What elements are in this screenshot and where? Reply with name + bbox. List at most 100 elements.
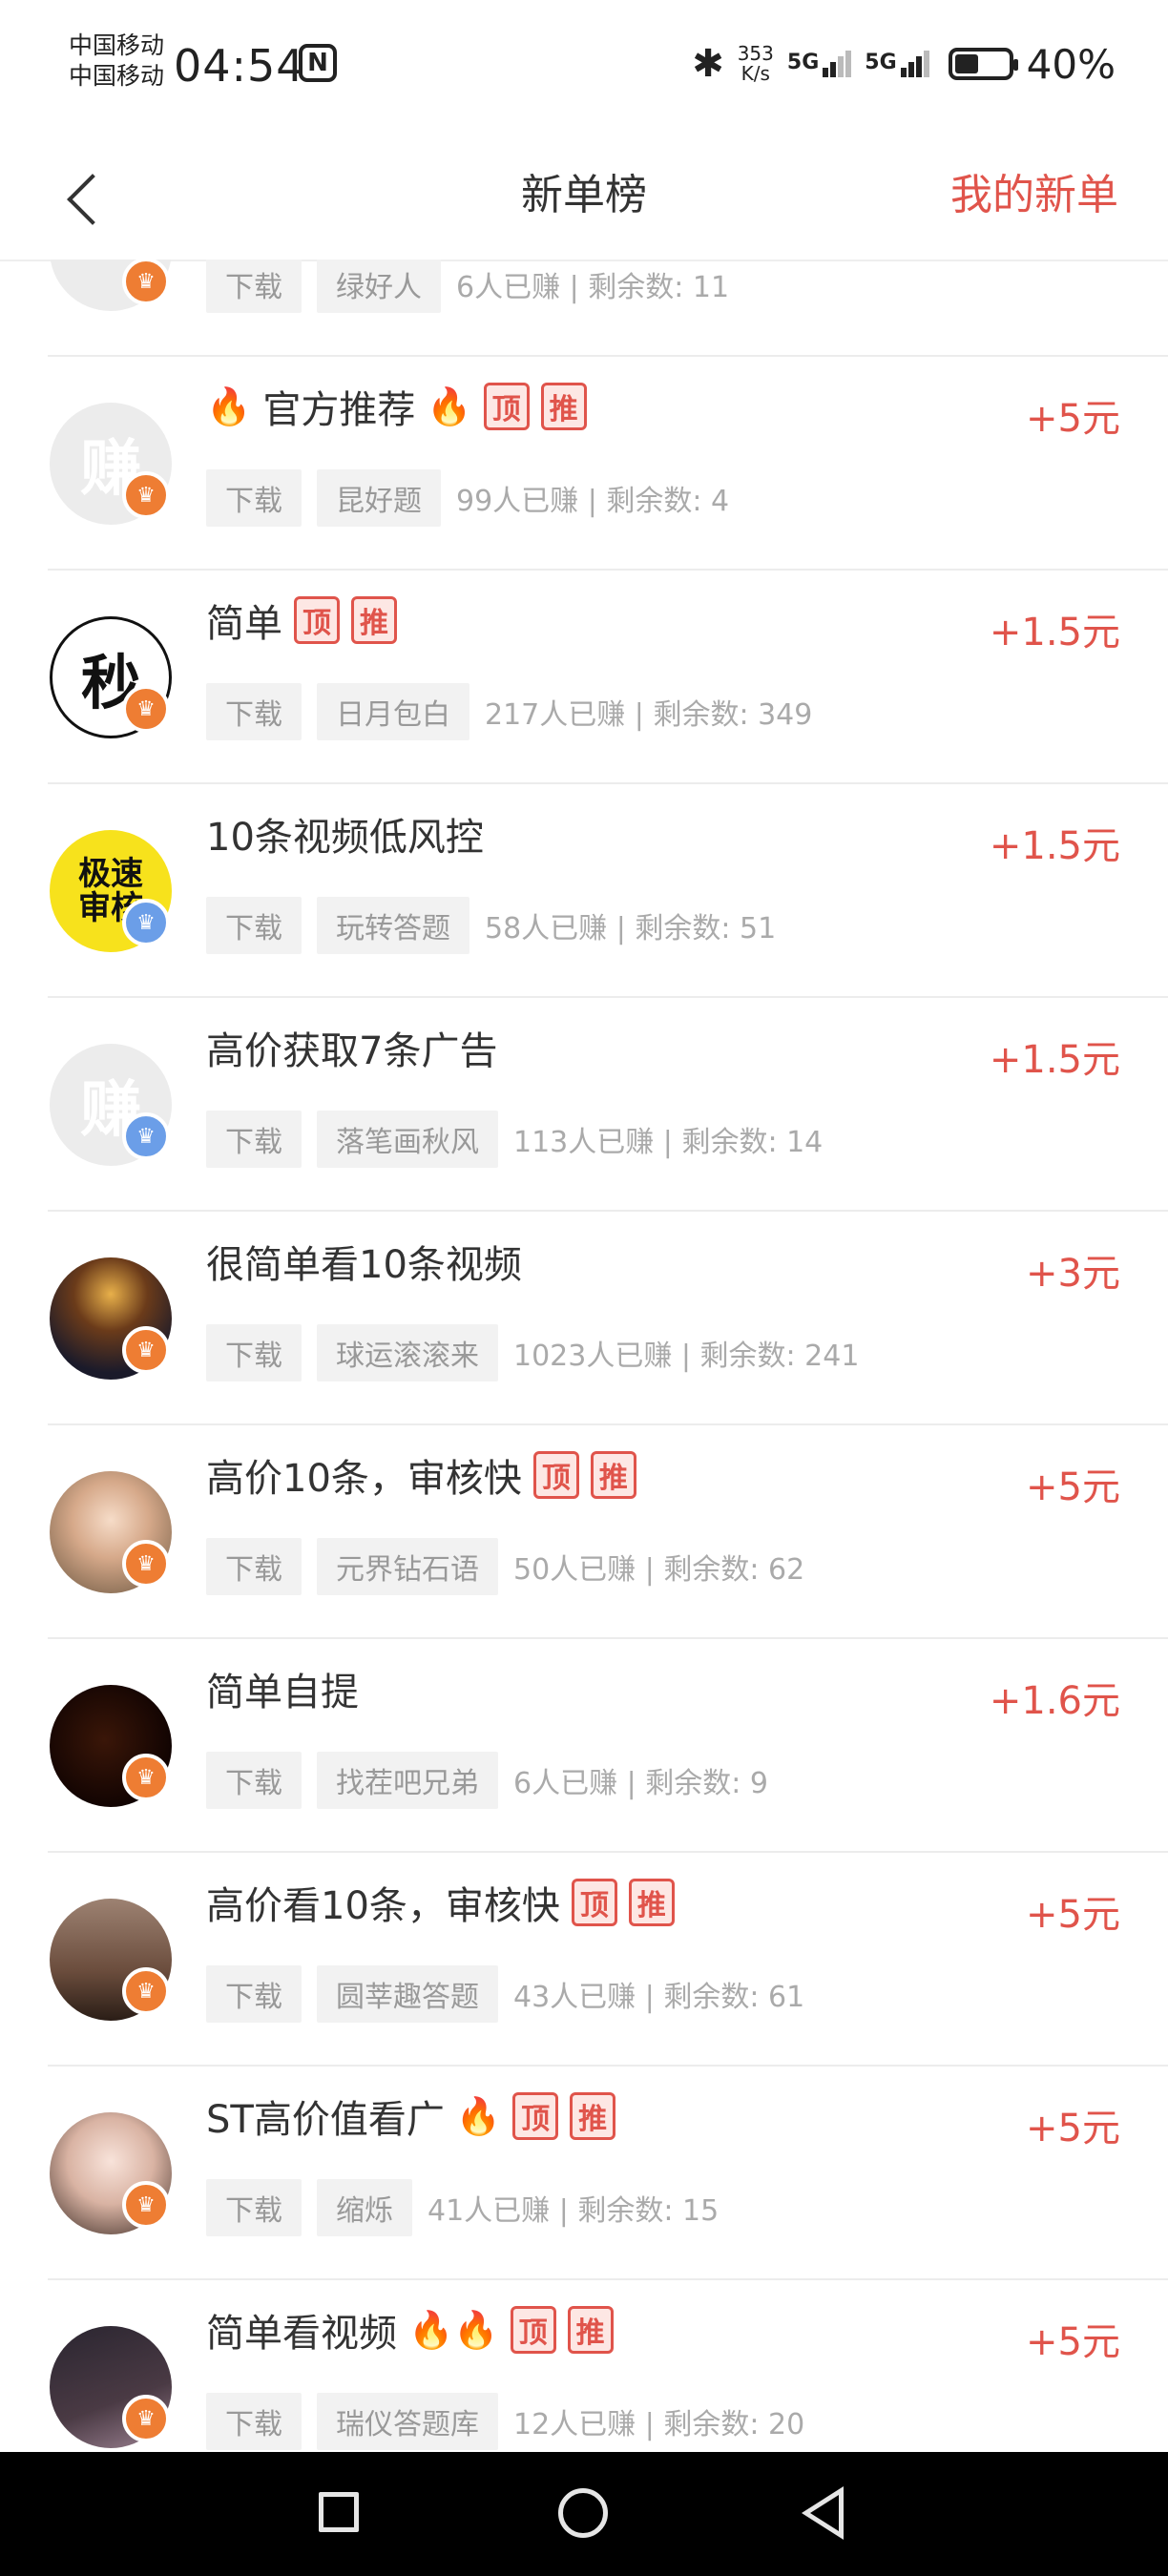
- meta-row: 下载 找茬吧兄弟 6人已赚 | 剩余数: 9: [206, 1752, 768, 1809]
- nfc-icon: N: [299, 44, 337, 82]
- task-stats: 6人已赚 | 剩余数: 9: [513, 1767, 768, 1800]
- battery-icon: [948, 48, 1018, 80]
- top-badge: 顶: [510, 2306, 556, 2354]
- task-item[interactable]: ♛ 下载 绿好人 6人已赚 | 剩余数: 11: [48, 260, 1168, 357]
- reward-amount: +5元: [1026, 2107, 1120, 2150]
- publisher-tag: 圆莘趣答题: [317, 1965, 498, 2023]
- task-stats: 99人已赚 | 剩余数: 4: [456, 485, 730, 518]
- title-row: 🔥 官方推荐 🔥 顶推: [206, 378, 587, 435]
- recommend-badge: 推: [567, 2306, 614, 2354]
- task-stats: 1023人已赚 | 剩余数: 241: [513, 1340, 860, 1373]
- crown-icon: ♛: [122, 1967, 170, 2015]
- carrier-1: 中国移动: [69, 31, 165, 59]
- recommend-badge: 推: [540, 383, 587, 430]
- fire-icon: 🔥: [206, 384, 252, 427]
- title-row: 简单顶推: [206, 592, 397, 649]
- task-title: 10条视频低风控: [206, 816, 484, 860]
- task-title: 简单: [206, 602, 282, 646]
- task-list[interactable]: ♛ 下载 绿好人 6人已赚 | 剩余数: 11 赚 ♛ 🔥 官方推荐 🔥 顶推下载 昆好题 99人已赚…: [0, 260, 1168, 2452]
- crown-icon: ♛: [122, 1754, 170, 1801]
- publisher-tag: 元界钻石语: [317, 1538, 498, 1595]
- title-row: 10条视频低风控: [206, 805, 484, 862]
- download-tag: 下载: [206, 2393, 302, 2450]
- fire-icon: 🔥🔥: [408, 2308, 499, 2351]
- top-badge: 顶: [294, 596, 340, 644]
- task-item[interactable]: 赚 ♛ 🔥 官方推荐 🔥 顶推下载 昆好题 99人已赚 | 剩余数: 4 +5元: [48, 357, 1168, 571]
- task-title: 高价获取7条广告: [206, 1029, 498, 1073]
- status-bar: 中国移动 中国移动 04:54 N ✱ 353 K/s 5G 5G 40%: [0, 0, 1168, 134]
- task-stats: 217人已赚 | 剩余数: 349: [485, 698, 813, 732]
- task-title: 简单看视频: [206, 2312, 397, 2356]
- meta-row: 下载 玩转答题 58人已赚 | 剩余数: 51: [206, 897, 776, 954]
- task-item[interactable]: 极速审核 ♛ 10条视频低风控 下载 玩转答题 58人已赚 | 剩余数: 51 +1.5元: [48, 784, 1168, 998]
- task-stats: 50人已赚 | 剩余数: 62: [513, 1553, 805, 1587]
- title-row: 高价看10条，审核快顶推: [206, 1874, 675, 1931]
- title-row: ST高价值看广 🔥 顶推: [206, 2088, 616, 2145]
- task-item[interactable]: 赚 ♛ 高价获取7条广告 下载 落笔画秋风 113人已赚 | 剩余数: 14 +1.5元: [48, 998, 1168, 1212]
- battery-percent: 40%: [1026, 40, 1116, 88]
- task-stats: 43人已赚 | 剩余数: 61: [513, 1981, 805, 2014]
- top-badge: 顶: [532, 1451, 579, 1499]
- task-stats: 6人已赚 | 剩余数: 11: [456, 271, 730, 304]
- reward-amount: +5元: [1026, 1465, 1120, 1509]
- crown-icon: ♛: [122, 471, 170, 519]
- task-stats: 41人已赚 | 剩余数: 15: [428, 2194, 720, 2228]
- title-row: 高价获取7条广告: [206, 1019, 497, 1076]
- task-item[interactable]: ♛ 简单自提 下载 找茬吧兄弟 6人已赚 | 剩余数: 9 +1.6元: [48, 1639, 1168, 1853]
- recommend-badge: 推: [590, 1451, 636, 1499]
- home-icon[interactable]: [558, 2488, 608, 2538]
- download-tag: 下载: [206, 1965, 302, 2023]
- crown-icon: ♛: [122, 1112, 170, 1160]
- task-item[interactable]: ♛ ST高价值看广 🔥 顶推下载 缩烁 41人已赚 | 剩余数: 15 +5元: [48, 2067, 1168, 2280]
- meta-row: 下载 圆莘趣答题 43人已赚 | 剩余数: 61: [206, 1965, 804, 2023]
- meta-row: 下载 球运滚滚来 1023人已赚 | 剩余数: 241: [206, 1324, 859, 1381]
- download-tag: 下载: [206, 897, 302, 954]
- recommend-badge: 推: [570, 2092, 616, 2140]
- reward-amount: +5元: [1026, 1893, 1120, 1937]
- publisher-tag: 绿好人: [317, 260, 441, 313]
- task-item[interactable]: ♛ 高价看10条，审核快顶推下载 圆莘趣答题 43人已赚 | 剩余数: 61 +5元: [48, 1853, 1168, 2067]
- title-row: 高价10条，审核快顶推: [206, 1446, 636, 1504]
- download-tag: 下载: [206, 1752, 302, 1809]
- crown-icon: ♛: [122, 2395, 170, 2442]
- net-type-1: 5G: [786, 51, 820, 74]
- recommend-badge: 推: [628, 1879, 675, 1926]
- task-stats: 113人已赚 | 剩余数: 14: [513, 1126, 824, 1159]
- publisher-tag: 球运滚滚来: [317, 1324, 498, 1381]
- crown-icon: ♛: [122, 685, 170, 733]
- fire-icon: 🔥: [455, 2094, 502, 2137]
- network-speed: 353 K/s: [738, 44, 774, 84]
- crown-icon: ♛: [122, 260, 170, 305]
- carrier-2: 中国移动: [69, 62, 165, 90]
- publisher-tag: 找茬吧兄弟: [317, 1752, 498, 1809]
- download-tag: 下载: [206, 2179, 302, 2236]
- reward-amount: +3元: [1026, 1252, 1120, 1296]
- task-title: ST高价值看广: [206, 2098, 445, 2142]
- title-row: 简单自提: [206, 1660, 359, 1717]
- publisher-tag: 昆好题: [317, 469, 441, 527]
- meta-row: 下载 缩烁 41人已赚 | 剩余数: 15: [206, 2179, 719, 2236]
- meta-row: 下载 日月包白 217人已赚 | 剩余数: 349: [206, 683, 812, 740]
- download-tag: 下载: [206, 1111, 302, 1168]
- task-item[interactable]: 秒 ♛ 简单顶推下载 日月包白 217人已赚 | 剩余数: 349 +1.5元: [48, 571, 1168, 784]
- my-orders-link[interactable]: 我的新单: [950, 160, 1118, 221]
- task-item[interactable]: ♛ 高价10条，审核快顶推下载 元界钻石语 50人已赚 | 剩余数: 62 +5元: [48, 1425, 1168, 1639]
- publisher-tag: 瑞仪答题库: [317, 2393, 498, 2450]
- download-tag: 下载: [206, 683, 302, 740]
- task-item[interactable]: ♛ 很简单看10条视频 下载 球运滚滚来 1023人已赚 | 剩余数: 241 +3元: [48, 1212, 1168, 1425]
- recent-apps-icon[interactable]: [319, 2492, 359, 2532]
- task-title: 高价看10条，审核快: [206, 1884, 560, 1928]
- reward-amount: +5元: [1026, 397, 1120, 441]
- reward-amount: +1.5元: [989, 611, 1120, 654]
- crown-icon: ♛: [122, 899, 170, 946]
- task-item[interactable]: ♛ 简单看视频 🔥🔥 顶推下载 瑞仪答题库 12人已赚 | 剩余数: 20 +5元: [48, 2280, 1168, 2452]
- clock: 04:54: [174, 40, 305, 92]
- top-badge: 顶: [483, 383, 530, 430]
- publisher-tag: 落笔画秋风: [317, 1111, 498, 1168]
- back-icon[interactable]: [802, 2486, 844, 2540]
- download-tag: 下载: [206, 1538, 302, 1595]
- task-title: 简单自提: [206, 1671, 359, 1714]
- fire-icon: 🔥: [427, 384, 472, 427]
- bluetooth-icon: ✱: [692, 42, 724, 86]
- top-badge: 顶: [512, 2092, 559, 2140]
